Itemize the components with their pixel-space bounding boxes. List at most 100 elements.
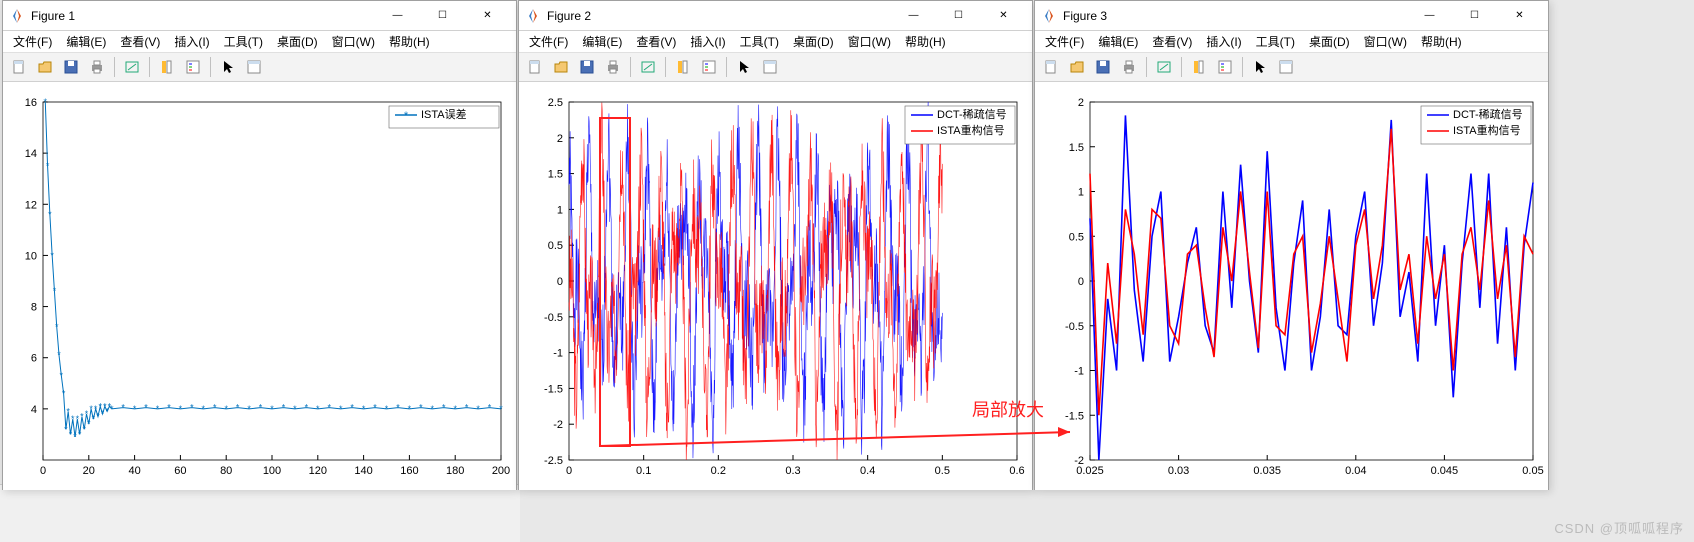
svg-text:*: * <box>44 97 48 107</box>
edit-plot-button[interactable] <box>732 55 756 79</box>
link-axes-icon <box>124 59 140 75</box>
svg-text:*: * <box>76 414 80 424</box>
svg-text:-1: -1 <box>553 348 563 360</box>
close-button[interactable]: ✕ <box>465 1 510 30</box>
menu-view[interactable]: 查看(V) <box>630 31 682 52</box>
svg-text:*: * <box>396 403 400 413</box>
svg-text:*: * <box>247 404 251 414</box>
svg-text:*: * <box>50 250 54 260</box>
print-button[interactable] <box>601 55 625 79</box>
save-button[interactable] <box>575 55 599 79</box>
plot-3: 0.0250.030.0350.040.0450.05-2-1.5-1-0.50… <box>1035 82 1548 490</box>
new-figure-button[interactable] <box>523 55 547 79</box>
minimize-button[interactable]: — <box>891 1 936 30</box>
titlebar[interactable]: Figure 3 — ☐ ✕ <box>1035 1 1548 31</box>
svg-text:*: * <box>96 412 100 422</box>
svg-text:*: * <box>362 404 366 414</box>
legend-icon <box>185 59 201 75</box>
minimize-button[interactable]: — <box>1407 1 1452 30</box>
svg-text:*: * <box>488 403 492 413</box>
svg-text:*: * <box>259 403 263 413</box>
menu-window[interactable]: 窗口(W) <box>842 31 897 52</box>
menu-insert[interactable]: 插入(I) <box>168 31 215 52</box>
print-icon <box>89 59 105 75</box>
svg-text:*: * <box>78 429 82 439</box>
svg-text:*: * <box>431 404 435 414</box>
menu-edit[interactable]: 编辑(E) <box>60 31 112 52</box>
menu-window[interactable]: 窗口(W) <box>326 31 381 52</box>
maximize-button[interactable]: ☐ <box>936 1 981 30</box>
svg-text:0.6: 0.6 <box>1009 465 1024 477</box>
menu-tools[interactable]: 工具(T) <box>1250 31 1301 52</box>
menu-desktop[interactable]: 桌面(D) <box>787 31 840 52</box>
menu-help[interactable]: 帮助(H) <box>383 31 436 52</box>
colorbar-icon <box>159 59 175 75</box>
folder-open-icon <box>37 59 53 75</box>
link-button[interactable] <box>636 55 660 79</box>
svg-text:2: 2 <box>1078 97 1084 109</box>
open-button[interactable] <box>33 55 57 79</box>
svg-text:*: * <box>89 404 93 414</box>
menu-help[interactable]: 帮助(H) <box>1415 31 1468 52</box>
svg-text:*: * <box>92 414 96 424</box>
open-property-inspector-button[interactable] <box>758 55 782 79</box>
menu-file[interactable]: 文件(F) <box>1039 31 1090 52</box>
insert-colorbar-button[interactable] <box>1187 55 1211 79</box>
svg-text:*: * <box>316 404 320 414</box>
new-figure-button[interactable] <box>1039 55 1063 79</box>
svg-text:*: * <box>419 403 423 413</box>
menu-view[interactable]: 查看(V) <box>114 31 166 52</box>
close-button[interactable]: ✕ <box>981 1 1026 30</box>
menu-edit[interactable]: 编辑(E) <box>1092 31 1144 52</box>
open-button[interactable] <box>1065 55 1089 79</box>
menu-window[interactable]: 窗口(W) <box>1358 31 1413 52</box>
print-button[interactable] <box>1117 55 1141 79</box>
menu-help[interactable]: 帮助(H) <box>899 31 952 52</box>
menu-file[interactable]: 文件(F) <box>523 31 574 52</box>
minimize-button[interactable]: — <box>375 1 420 30</box>
menu-edit[interactable]: 编辑(E) <box>576 31 628 52</box>
close-button[interactable]: ✕ <box>1497 1 1542 30</box>
titlebar[interactable]: Figure 1 — ☐ ✕ <box>3 1 516 31</box>
maximize-button[interactable]: ☐ <box>1452 1 1497 30</box>
insert-colorbar-button[interactable] <box>155 55 179 79</box>
svg-text:0: 0 <box>557 276 563 288</box>
insert-legend-button[interactable] <box>697 55 721 79</box>
axes-area[interactable]: 00.10.20.30.40.50.6-2.5-2-1.5-1-0.500.51… <box>519 82 1032 490</box>
link-button[interactable] <box>1152 55 1176 79</box>
maximize-button[interactable]: ☐ <box>420 1 465 30</box>
svg-text:*: * <box>133 404 137 414</box>
axes-area[interactable]: 0.0250.030.0350.040.0450.05-2-1.5-1-0.50… <box>1035 82 1548 490</box>
insert-legend-button[interactable] <box>1213 55 1237 79</box>
toolbar <box>519 53 1032 82</box>
print-button[interactable] <box>85 55 109 79</box>
svg-text:*: * <box>82 424 86 434</box>
open-property-inspector-button[interactable] <box>242 55 266 79</box>
save-button[interactable] <box>1091 55 1115 79</box>
svg-text:*: * <box>85 409 89 419</box>
edit-plot-button[interactable] <box>1248 55 1272 79</box>
figure-window-1: Figure 1 — ☐ ✕ 文件(F) 编辑(E) 查看(V) 插入(I) 工… <box>2 0 517 490</box>
svg-text:*: * <box>270 404 274 414</box>
menu-tools[interactable]: 工具(T) <box>734 31 785 52</box>
menu-insert[interactable]: 插入(I) <box>1200 31 1247 52</box>
open-button[interactable] <box>549 55 573 79</box>
insert-legend-button[interactable] <box>181 55 205 79</box>
svg-text:ISTA误差: ISTA误差 <box>421 107 467 121</box>
new-figure-button[interactable] <box>7 55 31 79</box>
matlab-icon <box>1041 8 1057 24</box>
svg-text:ISTA重构信号: ISTA重构信号 <box>1453 123 1521 137</box>
axes-area[interactable]: 02040608010012014016018020046810121416**… <box>3 82 516 490</box>
edit-plot-button[interactable] <box>216 55 240 79</box>
menu-desktop[interactable]: 桌面(D) <box>1303 31 1356 52</box>
menu-file[interactable]: 文件(F) <box>7 31 58 52</box>
open-property-inspector-button[interactable] <box>1274 55 1298 79</box>
menu-insert[interactable]: 插入(I) <box>684 31 731 52</box>
link-button[interactable] <box>120 55 144 79</box>
insert-colorbar-button[interactable] <box>671 55 695 79</box>
titlebar[interactable]: Figure 2 — ☐ ✕ <box>519 1 1032 31</box>
menu-view[interactable]: 查看(V) <box>1146 31 1198 52</box>
menu-desktop[interactable]: 桌面(D) <box>271 31 324 52</box>
save-button[interactable] <box>59 55 83 79</box>
menu-tools[interactable]: 工具(T) <box>218 31 269 52</box>
